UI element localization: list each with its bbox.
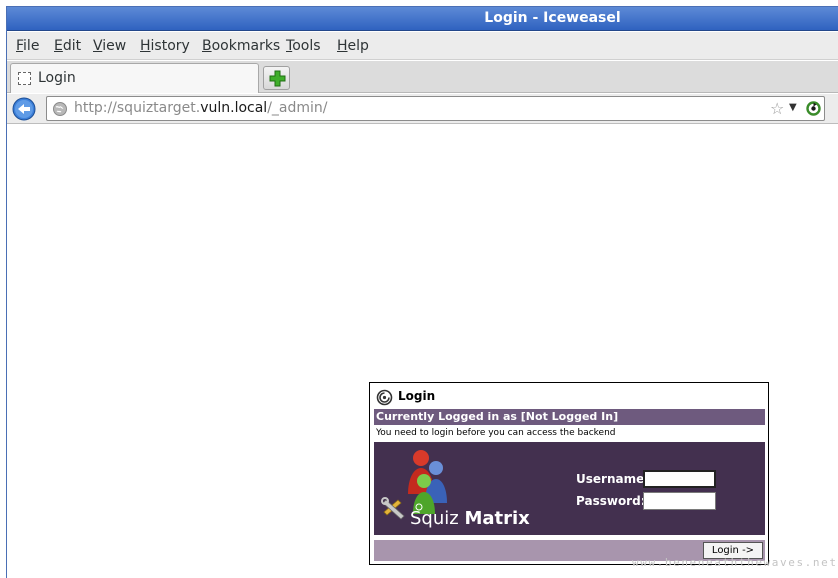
navigation-toolbar: http://squiztarget.vuln.local/_admin/ ☆ … <box>7 94 838 124</box>
tab-login[interactable]: Login <box>10 63 259 93</box>
brand-name: Squiz Matrix <box>410 508 530 529</box>
menu-bar: File Edit View History Bookmarks Tools H… <box>7 32 838 60</box>
username-input[interactable] <box>643 470 716 488</box>
login-title: Login <box>398 389 436 403</box>
page-icon <box>18 72 31 85</box>
login-message: You need to login before you can access … <box>376 428 616 438</box>
browser-window: Login - Iceweasel File Edit View History… <box>6 6 838 578</box>
url-path: /_admin/ <box>267 100 328 116</box>
title-bar[interactable]: Login - Iceweasel <box>7 7 838 31</box>
squiz-swirl-icon <box>376 389 393 406</box>
url-bar[interactable]: http://squiztarget.vuln.local/_admin/ ☆ … <box>46 96 825 121</box>
back-button[interactable] <box>12 97 36 121</box>
password-label: Password: <box>576 494 646 508</box>
url-text[interactable]: http://squiztarget.vuln.local/_admin/ <box>74 100 328 116</box>
url-host: vuln.local <box>200 100 268 116</box>
url-prefix: http://squiztarget. <box>74 100 201 116</box>
window-title: Login - Iceweasel <box>484 10 621 26</box>
dropdown-arrow-icon[interactable]: ▼ <box>789 102 797 113</box>
menu-bookmarks[interactable]: Bookmarks <box>202 38 280 54</box>
menu-help[interactable]: Help <box>337 38 369 54</box>
globe-icon <box>53 102 67 116</box>
plus-icon <box>269 70 286 87</box>
menu-tools[interactable]: Tools <box>286 38 321 54</box>
watermark: www.beneneaththewaves.net <box>632 556 838 569</box>
reload-icon[interactable] <box>806 101 821 116</box>
new-tab-button[interactable] <box>263 66 290 90</box>
star-icon[interactable]: ☆ <box>770 99 784 118</box>
password-input[interactable] <box>643 492 716 510</box>
menu-edit[interactable]: Edit <box>54 38 81 54</box>
menu-view[interactable]: View <box>93 38 126 54</box>
back-arrow-icon <box>12 97 36 121</box>
menu-history[interactable]: History <box>140 38 190 54</box>
menu-file[interactable]: File <box>16 38 39 54</box>
brand-name-second: Matrix <box>464 508 530 529</box>
tab-bar: Login <box>7 61 838 93</box>
tab-label: Login <box>38 70 76 86</box>
login-box: Login Currently Logged in as [Not Logged… <box>369 382 769 565</box>
login-status-bar: Currently Logged in as [Not Logged In] <box>374 409 765 425</box>
brand-name-first: Squiz <box>410 508 459 529</box>
page-content: Login Currently Logged in as [Not Logged… <box>7 125 838 578</box>
login-panel: Squiz Matrix Username: Password: <box>374 442 765 535</box>
username-label: Username: <box>576 472 650 486</box>
login-status: Currently Logged in as [Not Logged In] <box>376 410 619 423</box>
